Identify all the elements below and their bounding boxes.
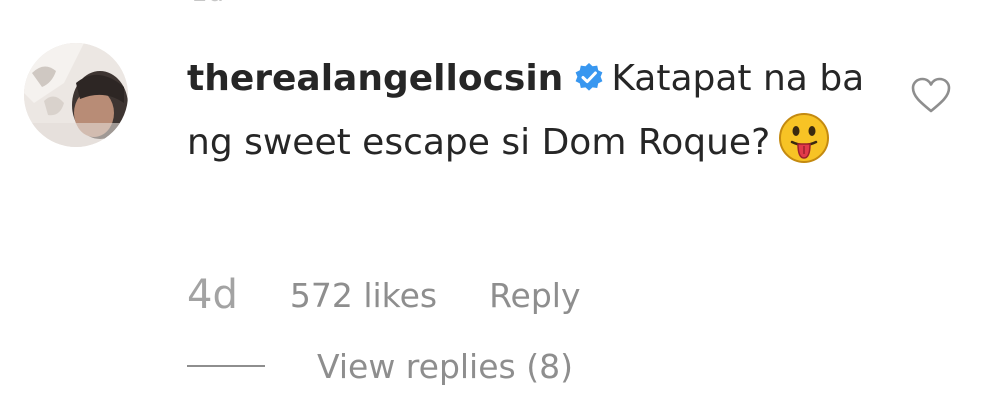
view-replies-button[interactable]: View replies (8) bbox=[187, 344, 573, 388]
comment-meta: 4d 572 likes Reply bbox=[187, 270, 581, 320]
reply-button[interactable]: Reply bbox=[489, 276, 580, 315]
verified-badge-icon bbox=[573, 54, 605, 112]
avatar[interactable] bbox=[24, 43, 128, 147]
replies-divider bbox=[187, 365, 265, 367]
view-replies-label: View replies (8) bbox=[317, 346, 573, 386]
username-link[interactable]: therealangellocsin bbox=[187, 58, 563, 99]
face-with-tongue-icon bbox=[778, 112, 830, 182]
comment-body: therealangellocsin Katapat na ba ng swee… bbox=[187, 50, 867, 182]
like-button[interactable] bbox=[910, 76, 952, 118]
heart-icon bbox=[911, 77, 951, 113]
comment-timestamp[interactable]: 4d bbox=[187, 272, 238, 318]
comment-text-line1: Katapat na bbox=[611, 58, 808, 99]
previous-comment-timestamp: 1d bbox=[191, 0, 224, 8]
likes-count-button[interactable]: 572 likes bbox=[290, 276, 437, 315]
avatar-image bbox=[24, 43, 128, 147]
